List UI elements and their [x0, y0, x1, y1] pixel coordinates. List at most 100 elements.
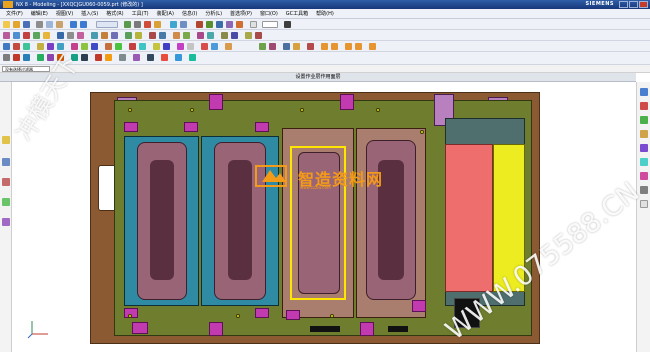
analysis-icon[interactable]	[283, 43, 290, 50]
rotate-icon[interactable]	[124, 21, 131, 28]
close-icon[interactable]	[639, 1, 648, 8]
subtract-icon[interactable]	[101, 32, 108, 39]
trim-punch-icon[interactable]	[177, 43, 184, 50]
cube-2-icon[interactable]	[331, 43, 338, 50]
color-icon[interactable]	[250, 21, 257, 28]
menu-analysis[interactable]: 分析(L)	[201, 10, 226, 17]
paste-icon[interactable]	[56, 21, 63, 28]
resource-icon[interactable]	[2, 198, 10, 206]
view-manager-icon[interactable]	[259, 43, 266, 50]
hole-icon[interactable]	[216, 21, 223, 28]
resource-icon[interactable]	[2, 136, 10, 144]
endpoint-icon[interactable]	[37, 54, 44, 61]
sketch-icon[interactable]	[196, 21, 203, 28]
pressure-pad[interactable]	[445, 144, 493, 292]
move-face-icon[interactable]	[207, 32, 214, 39]
chamfer-icon[interactable]	[236, 21, 243, 28]
part-navigator-icon[interactable]	[640, 116, 648, 124]
section-icon[interactable]	[183, 32, 190, 39]
check-icon[interactable]	[307, 43, 314, 50]
cam-icon[interactable]	[225, 43, 232, 50]
save-icon[interactable]	[23, 21, 30, 28]
menu-edit[interactable]: 编辑(E)	[27, 10, 52, 17]
menu-view[interactable]: 视图(V)	[52, 10, 77, 17]
redo-icon[interactable]	[80, 21, 87, 28]
point-icon[interactable]	[13, 32, 20, 39]
pattern-icon[interactable]	[125, 32, 132, 39]
measure-icon[interactable]	[173, 32, 180, 39]
unfold-icon[interactable]	[153, 43, 160, 50]
bend-icon[interactable]	[201, 43, 208, 50]
start-icon[interactable]	[96, 21, 118, 28]
constraint-navigator-icon[interactable]	[640, 102, 648, 110]
replace-face-icon[interactable]	[197, 32, 204, 39]
reuse-library-icon[interactable]	[640, 130, 648, 138]
select-icon[interactable]	[3, 54, 10, 61]
die-design-icon[interactable]	[13, 43, 20, 50]
arc-icon[interactable]	[33, 32, 40, 39]
menu-window[interactable]: 窗口(O)	[256, 10, 282, 17]
blank-layout-icon[interactable]	[23, 43, 30, 50]
trim-icon[interactable]	[57, 32, 64, 39]
insert-group-icon[interactable]	[71, 43, 78, 50]
sew-icon[interactable]	[159, 32, 166, 39]
hole-table-icon[interactable]	[139, 43, 146, 50]
spline-icon[interactable]	[43, 32, 50, 39]
menu-gc-toolkits[interactable]: GC工具箱	[282, 10, 312, 17]
cube-3-icon[interactable]	[345, 43, 352, 50]
fit-icon[interactable]	[134, 21, 141, 28]
move-object-icon[interactable]	[255, 32, 262, 39]
layer-icon[interactable]	[180, 21, 187, 28]
history-icon[interactable]	[640, 144, 648, 152]
drawing-icon[interactable]	[129, 43, 136, 50]
transform-icon[interactable]	[245, 32, 252, 39]
menu-file[interactable]: 文件(F)	[2, 10, 27, 17]
menu-tools[interactable]: 工具(T)	[128, 10, 153, 17]
quadrant-icon[interactable]	[95, 54, 102, 61]
relief-icon[interactable]	[105, 43, 112, 50]
wireframe-icon[interactable]	[284, 21, 291, 28]
shell-icon[interactable]	[135, 32, 142, 39]
new-file-icon[interactable]	[3, 21, 10, 28]
offset-icon[interactable]	[67, 32, 74, 39]
shaded-icon[interactable]	[170, 21, 177, 28]
cube-5-icon[interactable]	[369, 43, 376, 50]
resource-icon[interactable]	[2, 158, 10, 166]
delete-face-icon[interactable]	[221, 32, 228, 39]
point-on-face-icon[interactable]	[161, 54, 168, 61]
synchronous-icon[interactable]	[231, 32, 238, 39]
menu-insert[interactable]: 插入(S)	[77, 10, 102, 17]
standard-parts-icon[interactable]	[81, 43, 88, 50]
datum-icon[interactable]	[3, 32, 10, 39]
slug-hole-icon[interactable]	[91, 43, 98, 50]
cube-icon[interactable]	[321, 43, 328, 50]
web-browser-icon[interactable]	[640, 172, 648, 180]
form-icon[interactable]	[211, 43, 218, 50]
pierce-icon[interactable]	[187, 43, 194, 50]
bom-icon[interactable]	[115, 43, 122, 50]
filter-icon[interactable]	[23, 54, 30, 61]
resource-icon[interactable]	[2, 178, 10, 186]
palettes-icon[interactable]	[640, 186, 648, 194]
gc-icon[interactable]	[293, 43, 300, 50]
pan-icon[interactable]	[154, 21, 161, 28]
menu-help[interactable]: 帮助(H)	[312, 10, 338, 17]
extrude-icon[interactable]	[206, 21, 213, 28]
mirror-icon[interactable]	[77, 32, 84, 39]
point-on-curve-icon[interactable]	[147, 54, 154, 61]
intersection-icon[interactable]	[81, 54, 88, 61]
snap-icon[interactable]	[13, 54, 20, 61]
assembly-navigator-icon[interactable]	[640, 88, 648, 96]
system-materials-icon[interactable]	[640, 158, 648, 166]
copy-icon[interactable]	[46, 21, 53, 28]
line-icon[interactable]	[23, 32, 30, 39]
resource-icon[interactable]	[2, 218, 10, 226]
csys-icon[interactable]	[269, 43, 276, 50]
layer-dropdown[interactable]	[262, 21, 278, 28]
unite-icon[interactable]	[91, 32, 98, 39]
cube-4-icon[interactable]	[355, 43, 362, 50]
maximize-icon[interactable]	[629, 1, 638, 8]
menu-format[interactable]: 格式(R)	[102, 10, 127, 17]
nx-app-icon[interactable]	[3, 1, 13, 8]
zoom-icon[interactable]	[144, 21, 151, 28]
